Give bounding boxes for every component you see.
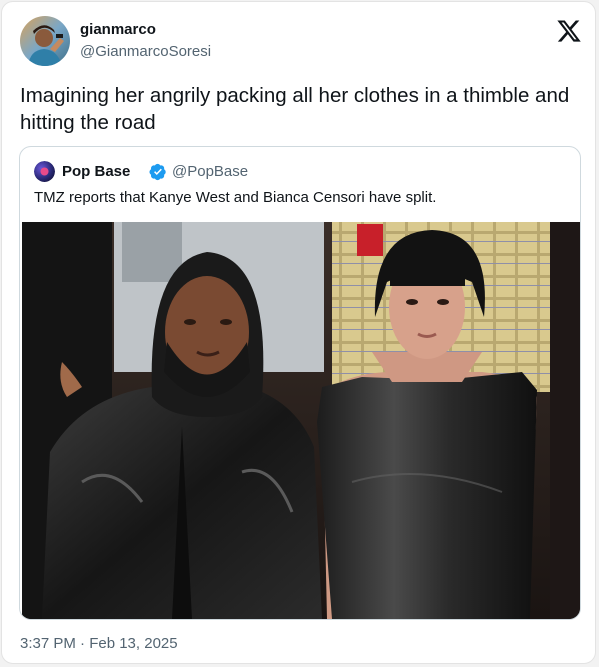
x-logo-icon[interactable] <box>556 18 582 44</box>
quoted-handle[interactable]: @PopBase <box>172 163 248 180</box>
author-handle[interactable]: @GianmarcoSoresi <box>80 43 211 60</box>
quoted-text: TMZ reports that Kanye West and Bianca C… <box>34 189 437 206</box>
quoted-author-avatar[interactable] <box>34 161 55 182</box>
quoted-tweet[interactable]: Pop Base @PopBase TMZ reports that Kanye… <box>19 146 581 620</box>
tweet-text: Imagining her angrily packing all her cl… <box>20 84 570 134</box>
author-avatar[interactable] <box>20 16 70 66</box>
tweet-timestamp[interactable]: 3:37 PM · Feb 13, 2025 <box>20 635 178 652</box>
quoted-photo[interactable] <box>22 222 580 619</box>
quoted-display-name[interactable]: Pop Base <box>62 163 130 180</box>
tweet-card[interactable]: gianmarco @GianmarcoSoresi Imagining her… <box>1 1 596 664</box>
author-display-name[interactable]: gianmarco <box>80 21 156 38</box>
verified-badge-icon <box>149 163 167 181</box>
